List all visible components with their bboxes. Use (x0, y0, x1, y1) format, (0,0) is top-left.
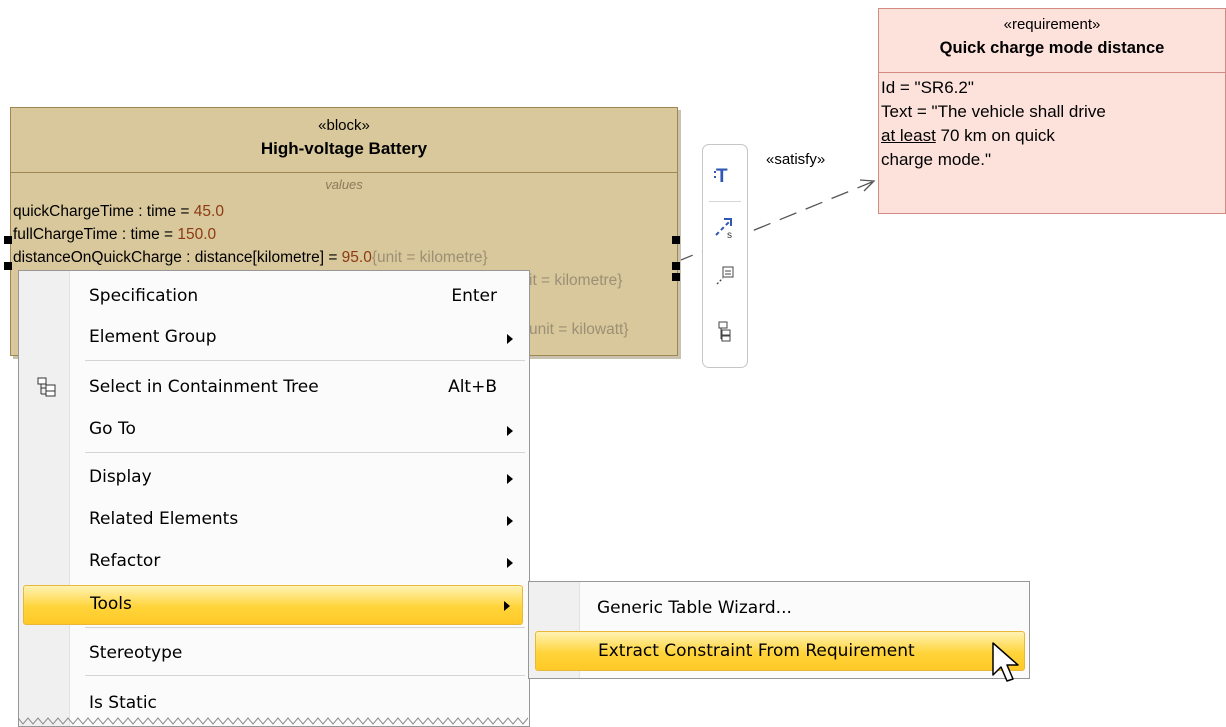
structure-icon[interactable] (709, 315, 741, 347)
submenu-arrow-icon (507, 334, 513, 344)
toolbar-separator (709, 201, 741, 202)
menu-item-label: Tools (90, 594, 132, 614)
menu-item-go-to[interactable]: Go To (21, 411, 525, 449)
menu-item-label: Related Elements (89, 509, 239, 529)
submenu-arrow-icon (507, 516, 513, 526)
mouse-pointer-icon (992, 642, 1019, 682)
hidden-property-tag: it = kilometre} (529, 272, 623, 289)
tools-submenu: Generic Table Wizard... Extract Constrai… (528, 581, 1030, 679)
menu-item-display[interactable]: Display (21, 459, 525, 497)
property-value: 95.0 (341, 249, 372, 266)
property-name: fullChargeTime : time = (13, 226, 178, 243)
resize-handle[interactable] (4, 236, 12, 244)
menu-item-label: Refactor (89, 551, 161, 571)
submenu-arrow-icon (507, 474, 513, 484)
property-full-charge-time[interactable]: fullChargeTime : time = 150.0 (13, 226, 216, 244)
menu-item-element-group[interactable]: Element Group (21, 319, 525, 357)
menu-item-specification[interactable]: Specification Enter (21, 278, 525, 316)
submenu-arrow-icon (504, 601, 510, 611)
requirement-text-rest: 70 km on quick (935, 126, 1055, 145)
menu-item-label: Generic Table Wizard... (597, 598, 792, 618)
menu-item-label: Is Static (89, 693, 157, 713)
menu-item-shortcut: Enter (451, 286, 497, 306)
resize-handle[interactable] (4, 262, 12, 270)
requirement-text-line: at least 70 km on quick (881, 124, 1225, 148)
requirement-text-line: Text = "The vehicle shall drive (881, 102, 1106, 121)
menu-item-related-elements[interactable]: Related Elements (21, 501, 525, 539)
menu-item-tools[interactable]: Tools (23, 585, 523, 625)
property-quick-charge-time[interactable]: quickChargeTime : time = 45.0 (13, 203, 224, 221)
requirement-text-underlined: at least (881, 126, 936, 145)
requirement-quick-charge-mode-distance[interactable]: «requirement» Quick charge mode distance… (878, 8, 1226, 214)
resize-handle[interactable] (672, 262, 680, 270)
satisfy-label: «satisfy» (766, 151, 826, 168)
smart-manipulator-toolbar: T s (702, 144, 748, 368)
menu-item-select-in-containment-tree[interactable]: Select in Containment Tree Alt+B (21, 369, 525, 407)
requirement-header: «requirement» Quick charge mode distance (879, 9, 1225, 73)
satisfy-relation-icon[interactable]: s (709, 211, 741, 243)
property-name: quickChargeTime : time = (13, 203, 194, 220)
menu-item-label: Specification (89, 286, 199, 306)
menu-item-stereotype[interactable]: Stereotype (21, 635, 525, 673)
requirement-text-line: charge mode." (881, 150, 991, 169)
property-value: 45.0 (193, 203, 224, 220)
containment-tree-icon (37, 377, 57, 402)
block-name: High-voltage Battery (260, 139, 428, 158)
resize-handle[interactable] (672, 273, 680, 281)
submenu-arrow-icon (507, 558, 513, 568)
requirement-stereotype: «requirement» (1003, 16, 1101, 33)
menu-cut-edge (18, 717, 528, 725)
menu-separator (85, 627, 525, 628)
property-name: distanceOnQuickCharge : distance[kilomet… (13, 249, 342, 266)
property-tag: {unit = kilometre} (371, 249, 488, 266)
property-distance-on-quick-charge[interactable]: distanceOnQuickCharge : distance[kilomet… (13, 249, 488, 267)
submenu-arrow-icon (507, 426, 513, 436)
menu-item-refactor[interactable]: Refactor (21, 543, 525, 581)
menu-item-label: Element Group (89, 327, 217, 347)
menu-item-extract-constraint-from-requirement[interactable]: Extract Constraint From Requirement (535, 631, 1025, 671)
menu-item-label: Go To (89, 419, 136, 439)
menu-item-label: Display (89, 467, 152, 487)
menu-separator (85, 452, 525, 453)
note-icon[interactable] (709, 259, 741, 291)
svg-text:T: T (716, 166, 728, 186)
requirement-name: Quick charge mode distance (939, 39, 1165, 57)
menu-separator (85, 360, 525, 361)
menu-item-generic-table-wizard[interactable]: Generic Table Wizard... (535, 589, 1023, 627)
svg-text:s: s (727, 230, 732, 239)
values-compartment-title: values (325, 177, 363, 192)
menu-item-label: Select in Containment Tree (89, 377, 319, 397)
requirement-body: Id = "SR6.2" Text = "The vehicle shall d… (879, 73, 1225, 172)
menu-item-label: Extract Constraint From Requirement (598, 641, 915, 661)
requirement-id: Id = "SR6.2" (881, 78, 974, 97)
menu-item-shortcut: Alt+B (448, 377, 497, 397)
menu-item-label: Stereotype (89, 643, 183, 663)
hidden-property-tag: unit = kilowatt} (529, 321, 629, 338)
text-format-icon[interactable]: T (709, 159, 741, 191)
block-header: «block» High-voltage Battery (11, 108, 677, 173)
menu-separator (85, 675, 525, 676)
resize-handle[interactable] (672, 236, 680, 244)
context-menu: Specification Enter Element Group Select… (18, 270, 530, 727)
property-value: 150.0 (177, 226, 217, 243)
block-stereotype: «block» (318, 117, 370, 134)
